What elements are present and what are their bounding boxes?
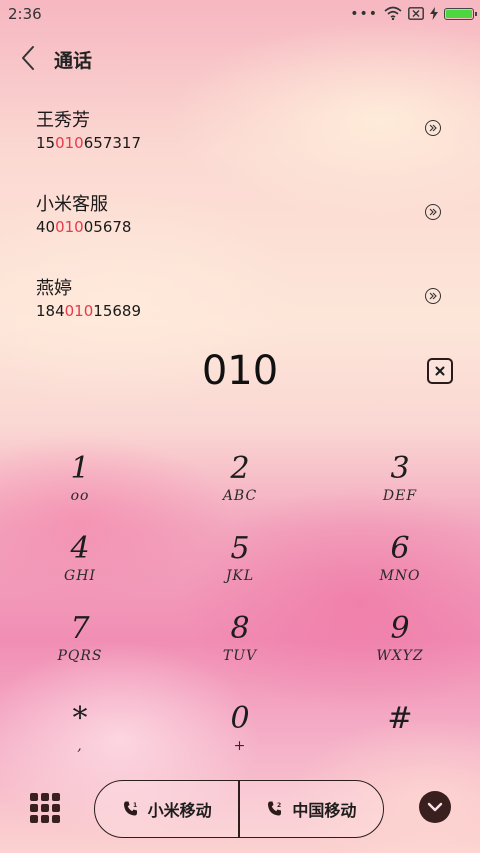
grid-icon — [30, 793, 38, 801]
key-7[interactable]: 7 PQRS — [10, 612, 150, 688]
key-digit: * — [72, 701, 88, 736]
key-digit: 6 — [390, 531, 410, 566]
header: 通话 — [0, 38, 480, 78]
chevron-down-icon — [427, 802, 443, 812]
key-letters: WXYZ — [376, 648, 424, 664]
key-digit: 3 — [390, 451, 410, 486]
key-letters: + — [233, 738, 247, 754]
delete-button[interactable] — [427, 358, 453, 384]
phone-icon: 1 — [123, 801, 137, 816]
contact-detail-button[interactable] — [425, 288, 441, 304]
key-letters: DEF — [382, 488, 418, 504]
contact-name: 王秀芳 — [36, 110, 90, 131]
number-match: 010 — [55, 218, 84, 236]
number-match: 010 — [55, 134, 84, 152]
phone-icon: 2 — [268, 801, 282, 816]
contact-item[interactable]: 小米客服 4001005678 — [0, 182, 480, 266]
key-0[interactable]: 0 + — [170, 702, 310, 778]
no-sim-icon — [408, 5, 424, 24]
contact-list: 王秀芳 15010657317 小米客服 4001005678 燕婷 18401… — [0, 98, 480, 350]
chevron-right-icon — [429, 208, 437, 216]
key-5[interactable]: 5 JKL — [170, 532, 310, 608]
wifi-icon — [384, 5, 402, 24]
key-digit: 0 — [230, 701, 250, 736]
key-digit: 7 — [70, 611, 90, 646]
contact-detail-button[interactable] — [425, 120, 441, 136]
chevron-right-icon — [429, 292, 437, 300]
key-letters: MNO — [379, 568, 421, 584]
key-digit: 1 — [70, 451, 90, 486]
key-digit: 8 — [230, 611, 250, 646]
key-letters: JKL — [225, 568, 255, 584]
key-2[interactable]: 2 ABC — [170, 452, 310, 528]
key-letters: TUV — [222, 648, 258, 664]
key-letters: ABC — [222, 488, 258, 504]
call-sim1-button[interactable]: 1 小米移动 — [95, 781, 238, 837]
key-digit: 2 — [230, 451, 250, 486]
status-icons: ••• — [350, 5, 477, 24]
key-4[interactable]: 4 GHI — [10, 532, 150, 608]
key-star[interactable]: * , — [10, 702, 150, 778]
key-hash[interactable]: # — [330, 702, 470, 778]
contact-number: 18401015689 — [36, 302, 141, 320]
key-9[interactable]: 9 WXYZ — [330, 612, 470, 688]
number-match: 010 — [64, 302, 94, 320]
contact-detail-button[interactable] — [425, 204, 441, 220]
contact-name: 燕婷 — [36, 278, 72, 299]
voicemail-icon: oo — [70, 488, 90, 504]
dialed-number-display: 010 — [201, 348, 279, 394]
chevron-left-icon — [22, 46, 34, 70]
contact-name: 小米客服 — [36, 194, 108, 215]
status-bar: 2:36 ••• — [0, 0, 480, 28]
key-1[interactable]: 1 oo — [10, 452, 150, 528]
page-title: 通话 — [54, 50, 93, 72]
collapse-keypad-button[interactable] — [419, 791, 451, 823]
svg-text:2: 2 — [277, 802, 281, 809]
key-letters: PQRS — [57, 648, 103, 664]
charging-icon — [430, 5, 438, 24]
back-button[interactable] — [14, 42, 42, 74]
key-8[interactable]: 8 TUV — [170, 612, 310, 688]
status-time: 2:36 — [8, 5, 42, 23]
key-letters: , — [77, 738, 83, 754]
sim1-label: 小米移动 — [147, 801, 212, 820]
close-icon — [435, 366, 445, 376]
more-dots-icon: ••• — [350, 6, 378, 22]
key-digit: # — [387, 701, 413, 736]
call-sim2-button[interactable]: 2 中国移动 — [240, 781, 383, 837]
keypad-grid-button[interactable] — [30, 793, 60, 823]
svg-text:1: 1 — [133, 802, 137, 809]
key-digit: 4 — [70, 531, 90, 566]
chevron-right-icon — [429, 124, 437, 132]
contact-number: 4001005678 — [36, 218, 132, 236]
battery-icon — [444, 8, 477, 20]
key-letters: GHI — [64, 568, 96, 584]
contact-number: 15010657317 — [36, 134, 141, 152]
sim2-label: 中国移动 — [292, 801, 357, 820]
contact-item[interactable]: 燕婷 18401015689 — [0, 266, 480, 350]
key-6[interactable]: 6 MNO — [330, 532, 470, 608]
battery-level — [446, 10, 472, 18]
contact-item[interactable]: 王秀芳 15010657317 — [0, 98, 480, 182]
call-button-group: 1 小米移动 2 中国移动 — [94, 780, 384, 838]
key-digit: 9 — [390, 611, 410, 646]
key-digit: 5 — [230, 531, 250, 566]
key-3[interactable]: 3 DEF — [330, 452, 470, 528]
